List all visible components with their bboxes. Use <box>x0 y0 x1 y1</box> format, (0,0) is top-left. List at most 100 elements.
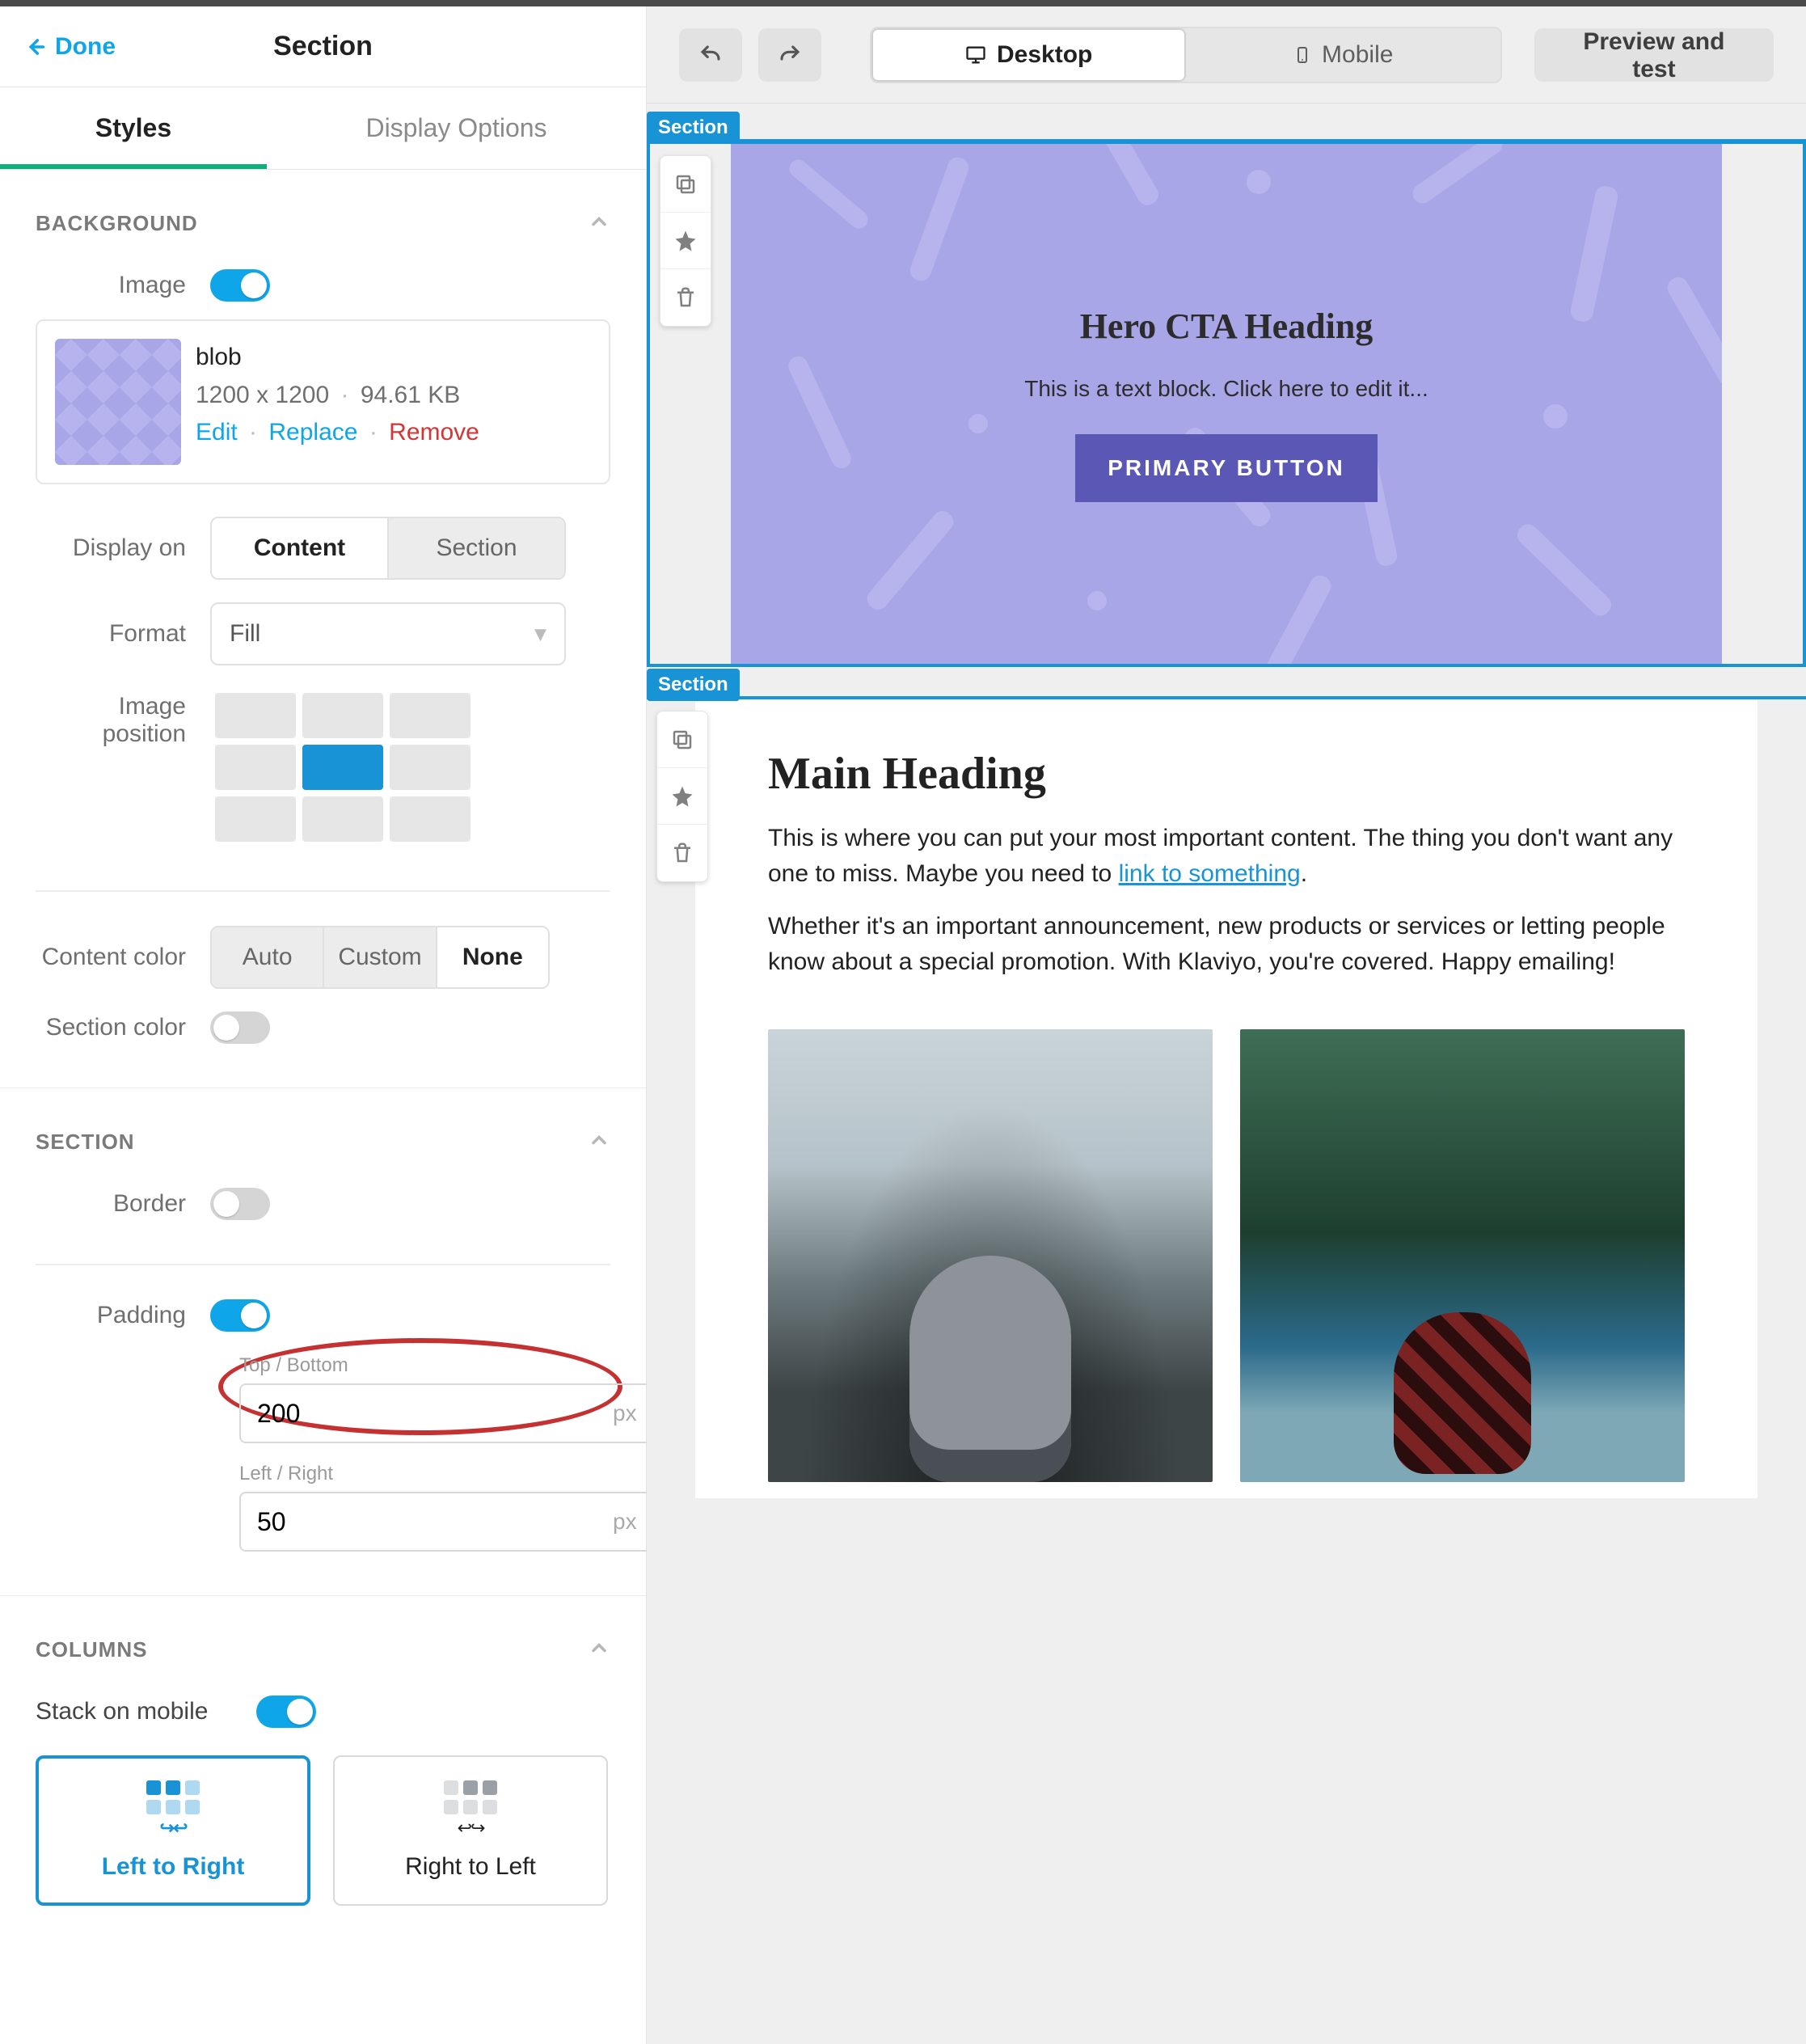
col-rtl[interactable]: ↩↪ Right to Left <box>333 1755 608 1906</box>
main-content[interactable]: Main Heading This is where you can put y… <box>695 699 1757 1498</box>
section-tools <box>660 155 711 327</box>
background-head[interactable]: BACKGROUND <box>36 202 610 258</box>
bg-file-name: blob <box>196 339 479 377</box>
hero-heading[interactable]: Hero CTA Heading <box>771 306 1682 347</box>
tool-delete[interactable] <box>660 269 711 326</box>
section-tag[interactable]: Section <box>647 112 740 144</box>
main-p2[interactable]: Whether it's an important announcement, … <box>768 909 1685 979</box>
stack-label: Stack on mobile <box>36 1698 232 1725</box>
chevron-up-icon <box>588 210 610 237</box>
pos-tr[interactable] <box>390 693 470 738</box>
main-p1[interactable]: This is where you can put your most impo… <box>768 821 1685 891</box>
section-head[interactable]: SECTION <box>36 1121 610 1176</box>
bg-replace-link[interactable]: Replace <box>268 419 357 446</box>
pos-bc[interactable] <box>302 796 383 842</box>
undo-button[interactable] <box>679 28 742 82</box>
tab-styles[interactable]: Styles <box>0 87 267 169</box>
main-heading[interactable]: Main Heading <box>768 748 1685 800</box>
bg-remove-link[interactable]: Remove <box>389 419 479 446</box>
view-desktop[interactable]: Desktop <box>871 28 1186 82</box>
desktop-icon <box>964 44 987 66</box>
mobile-icon <box>1293 44 1312 66</box>
col-rtl-label: Right to Left <box>405 1853 536 1881</box>
image-position-label: Image position <box>36 688 210 748</box>
display-on-content[interactable]: Content <box>212 518 387 578</box>
padding-label: Padding <box>36 1302 210 1329</box>
section-tools-2 <box>656 711 708 882</box>
content-color-none[interactable]: None <box>436 927 548 987</box>
view-mobile[interactable]: Mobile <box>1186 28 1500 82</box>
tool-star-2[interactable] <box>657 768 707 825</box>
section-tag-2[interactable]: Section <box>647 669 740 701</box>
padding-top-bottom: Top / Bottom px <box>239 1354 546 1443</box>
padding-lr-input[interactable] <box>241 1507 613 1537</box>
padding-left-right: Left / Right px <box>239 1463 546 1552</box>
bg-image-card: blob 1200 x 1200 · 94.61 KB Edit · Repla… <box>36 319 610 484</box>
format-label: Format <box>36 620 210 648</box>
ltr-icon <box>146 1780 200 1814</box>
content-color-auto[interactable]: Auto <box>212 927 323 987</box>
pos-br[interactable] <box>390 796 470 842</box>
trash-icon <box>670 841 694 865</box>
hero-content[interactable]: Hero CTA Heading This is a text block. C… <box>731 144 1722 664</box>
section-panel: SECTION Border Padding Top / Bottom <box>0 1087 646 1571</box>
format-select[interactable]: Fill ▾ <box>210 602 566 665</box>
chevron-up-icon <box>588 1129 610 1155</box>
padding-tb-input[interactable] <box>241 1399 613 1429</box>
columns-head[interactable]: COLUMNS <box>36 1628 610 1684</box>
section-color-toggle[interactable] <box>210 1011 270 1044</box>
done-button[interactable]: Done <box>24 33 116 61</box>
content-color-custom[interactable]: Custom <box>323 927 435 987</box>
star-icon <box>670 784 694 809</box>
col-ltr[interactable]: ↪↩ Left to Right <box>36 1755 310 1906</box>
arrow-left-icon <box>24 36 47 58</box>
padding-toggle[interactable] <box>210 1299 270 1332</box>
image-toggle-label: Image <box>36 272 210 299</box>
stack-toggle[interactable] <box>256 1696 316 1728</box>
display-on-label: Display on <box>36 534 210 562</box>
hero-section[interactable]: Hero CTA Heading This is a text block. C… <box>647 139 1806 667</box>
image-1[interactable] <box>768 1029 1213 1482</box>
viewport-toggle: Desktop Mobile <box>870 27 1502 83</box>
tool-duplicate-2[interactable] <box>657 712 707 768</box>
preview-button[interactable]: Preview and test <box>1534 28 1774 82</box>
redo-button[interactable] <box>758 28 821 82</box>
bg-edit-link[interactable]: Edit <box>196 419 238 446</box>
bg-file-dims: 1200 x 1200 <box>196 382 329 408</box>
pos-tl[interactable] <box>215 693 296 738</box>
divider <box>36 1264 610 1265</box>
canvas-toolbar: Desktop Mobile Preview and test <box>647 6 1806 103</box>
display-on-section[interactable]: Section <box>387 518 564 578</box>
border-toggle[interactable] <box>210 1188 270 1220</box>
pos-bl[interactable] <box>215 796 296 842</box>
columns-title: COLUMNS <box>36 1637 147 1662</box>
bg-image-thumb[interactable] <box>55 339 181 465</box>
ltr-arrow-icon: ↪↩ <box>160 1818 187 1839</box>
tool-duplicate[interactable] <box>660 156 711 213</box>
rtl-arrow-icon: ↩↪ <box>458 1818 484 1839</box>
section-title: SECTION <box>36 1130 135 1155</box>
canvas-area: Desktop Mobile Preview and test Section <box>647 6 1806 2044</box>
padding-lr-unit: px <box>613 1509 647 1535</box>
hero-text[interactable]: This is a text block. Click here to edit… <box>771 376 1682 402</box>
background-title: BACKGROUND <box>36 211 198 236</box>
pos-mr[interactable] <box>390 745 470 790</box>
pos-ml[interactable] <box>215 745 296 790</box>
star-icon <box>673 229 698 253</box>
pos-mc[interactable] <box>302 745 383 790</box>
main-section[interactable]: Main Heading This is where you can put y… <box>647 696 1806 1498</box>
tool-star[interactable] <box>660 213 711 269</box>
pos-tc[interactable] <box>302 693 383 738</box>
image-position-grid <box>210 688 477 847</box>
tab-display-options[interactable]: Display Options <box>267 87 646 169</box>
image-toggle[interactable] <box>210 269 270 302</box>
hero-button[interactable]: PRIMARY BUTTON <box>1075 434 1378 502</box>
main-link[interactable]: link to something <box>1119 860 1301 887</box>
trash-icon <box>673 285 698 310</box>
image-2[interactable] <box>1240 1029 1685 1482</box>
border-label: Border <box>36 1190 210 1218</box>
tool-delete-2[interactable] <box>657 825 707 881</box>
padding-tb-label: Top / Bottom <box>239 1354 546 1377</box>
canvas-stage[interactable]: Section Hero CTA Heading This is a text <box>647 103 1806 2044</box>
chevron-down-icon: ▾ <box>534 620 546 648</box>
